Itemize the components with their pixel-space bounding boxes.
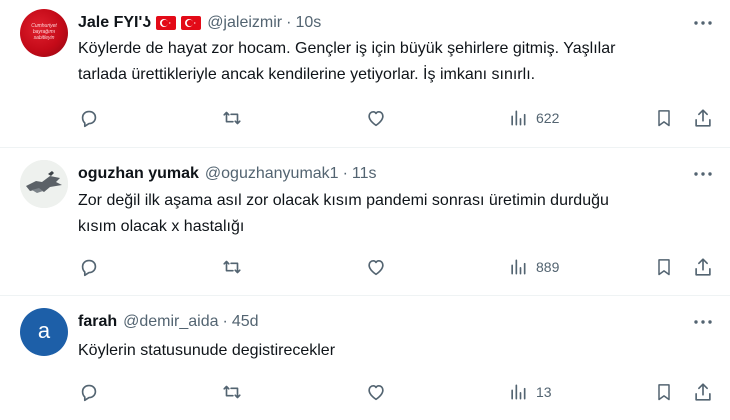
user-handle[interactable]: @demir_aida [123,313,218,331]
tweet[interactable]: oguzhan yumak @oguzhanyumak1 · 11s Zor d… [0,148,730,296]
bookmark-icon [658,259,670,276]
reply-icon [81,110,97,128]
reply-icon [81,384,97,402]
more-icon[interactable] [694,165,712,183]
more-icon[interactable] [694,14,712,32]
reply-button[interactable] [78,255,100,279]
tweet-text-line: kısım olacak x hastalığı [78,218,245,235]
views-button[interactable]: 889 [508,255,559,279]
display-name[interactable]: Jale FYI'ʖ [78,14,151,32]
bookmark-button[interactable] [654,255,674,279]
views-icon [511,110,526,126]
retweet-button[interactable] [221,106,243,130]
views-icon [511,259,526,275]
avatar-caption: Cumhuriyet bayrağımı sabitleyin [31,23,57,41]
tweet-text-line: tarlada ürettikleriyle ancak kendilerine… [78,66,536,83]
display-name[interactable]: oguzhan yumak [78,165,199,183]
display-name[interactable]: farah [78,313,117,331]
avatar[interactable] [20,160,68,208]
views-icon [511,384,526,400]
user-handle[interactable]: @oguzhanyumak1 [205,165,339,183]
tweet-header: oguzhan yumak @oguzhanyumak1 · 11s [78,163,377,185]
like-icon [368,260,384,276]
timestamp[interactable]: 45d [232,313,259,331]
turkish-flag-icon [181,16,202,30]
like-button[interactable] [365,106,387,130]
share-icon [695,258,711,276]
like-icon [368,385,384,401]
share-button[interactable] [692,255,714,279]
tweet-text-line: Köylerin statusunude degistirecekler [78,342,336,359]
retweet-icon [223,385,241,399]
views-button[interactable]: 13 [508,380,552,404]
turkish-flag-icon [156,16,177,30]
retweet-button[interactable] [221,255,243,279]
retweet-icon [223,260,241,274]
user-handle[interactable]: @jaleizmir [207,14,282,32]
tweet-text: Köylerin statusunude degistirecekler [78,338,718,364]
tweet-feed: Cumhuriyet bayrağımı sabitleyin Jale FYI… [0,0,730,420]
like-icon [368,111,384,127]
retweet-icon [223,111,241,125]
action-bar: 889 [78,255,718,279]
views-count: 622 [536,110,560,126]
action-bar: 622 [78,106,718,130]
bookmark-icon [658,110,670,127]
share-button[interactable] [692,106,714,130]
timestamp[interactable]: 10s [295,14,321,32]
tweet-header: Jale FYI'ʖ @jaleizmir · 10s [78,12,321,34]
avatar-letter: a [37,318,51,343]
share-icon [695,109,711,127]
like-button[interactable] [365,380,387,404]
bookmark-icon [658,384,670,401]
bookmark-button[interactable] [654,380,674,404]
tweet[interactable]: a farah @demir_aida · 45d Köylerin statu… [0,296,730,420]
reply-button[interactable] [78,380,100,404]
views-count: 13 [536,384,552,400]
timestamp[interactable]: 11s [352,165,377,183]
share-button[interactable] [692,380,714,404]
avatar[interactable]: Cumhuriyet bayrağımı sabitleyin [20,9,68,57]
tweet-text: Köylerde de hayat zor hocam. Gençler iş … [78,36,718,88]
retweet-button[interactable] [221,380,243,404]
views-button[interactable]: 622 [508,106,559,130]
separator-dot: · [222,313,228,330]
avatar[interactable]: a [20,308,68,356]
action-bar: 13 [78,380,718,404]
separator-dot: · [342,165,348,182]
views-count: 889 [536,259,560,275]
more-icon[interactable] [694,313,712,331]
tweet-text-line: Köylerde de hayat zor hocam. Gençler iş … [78,40,616,57]
tweet-text: Zor değil ilk aşama asıl zor olacak kısı… [78,188,718,240]
tweet[interactable]: Cumhuriyet bayrağımı sabitleyin Jale FYI… [0,0,730,148]
tweet-text-line: Zor değil ilk aşama asıl zor olacak kısı… [78,192,609,209]
bookmark-button[interactable] [654,106,674,130]
like-button[interactable] [365,255,387,279]
share-icon [695,383,711,401]
tweet-header: farah @demir_aida · 45d [78,311,259,333]
reply-icon [81,259,97,277]
reply-button[interactable] [78,106,100,130]
separator-dot: · [286,14,292,31]
